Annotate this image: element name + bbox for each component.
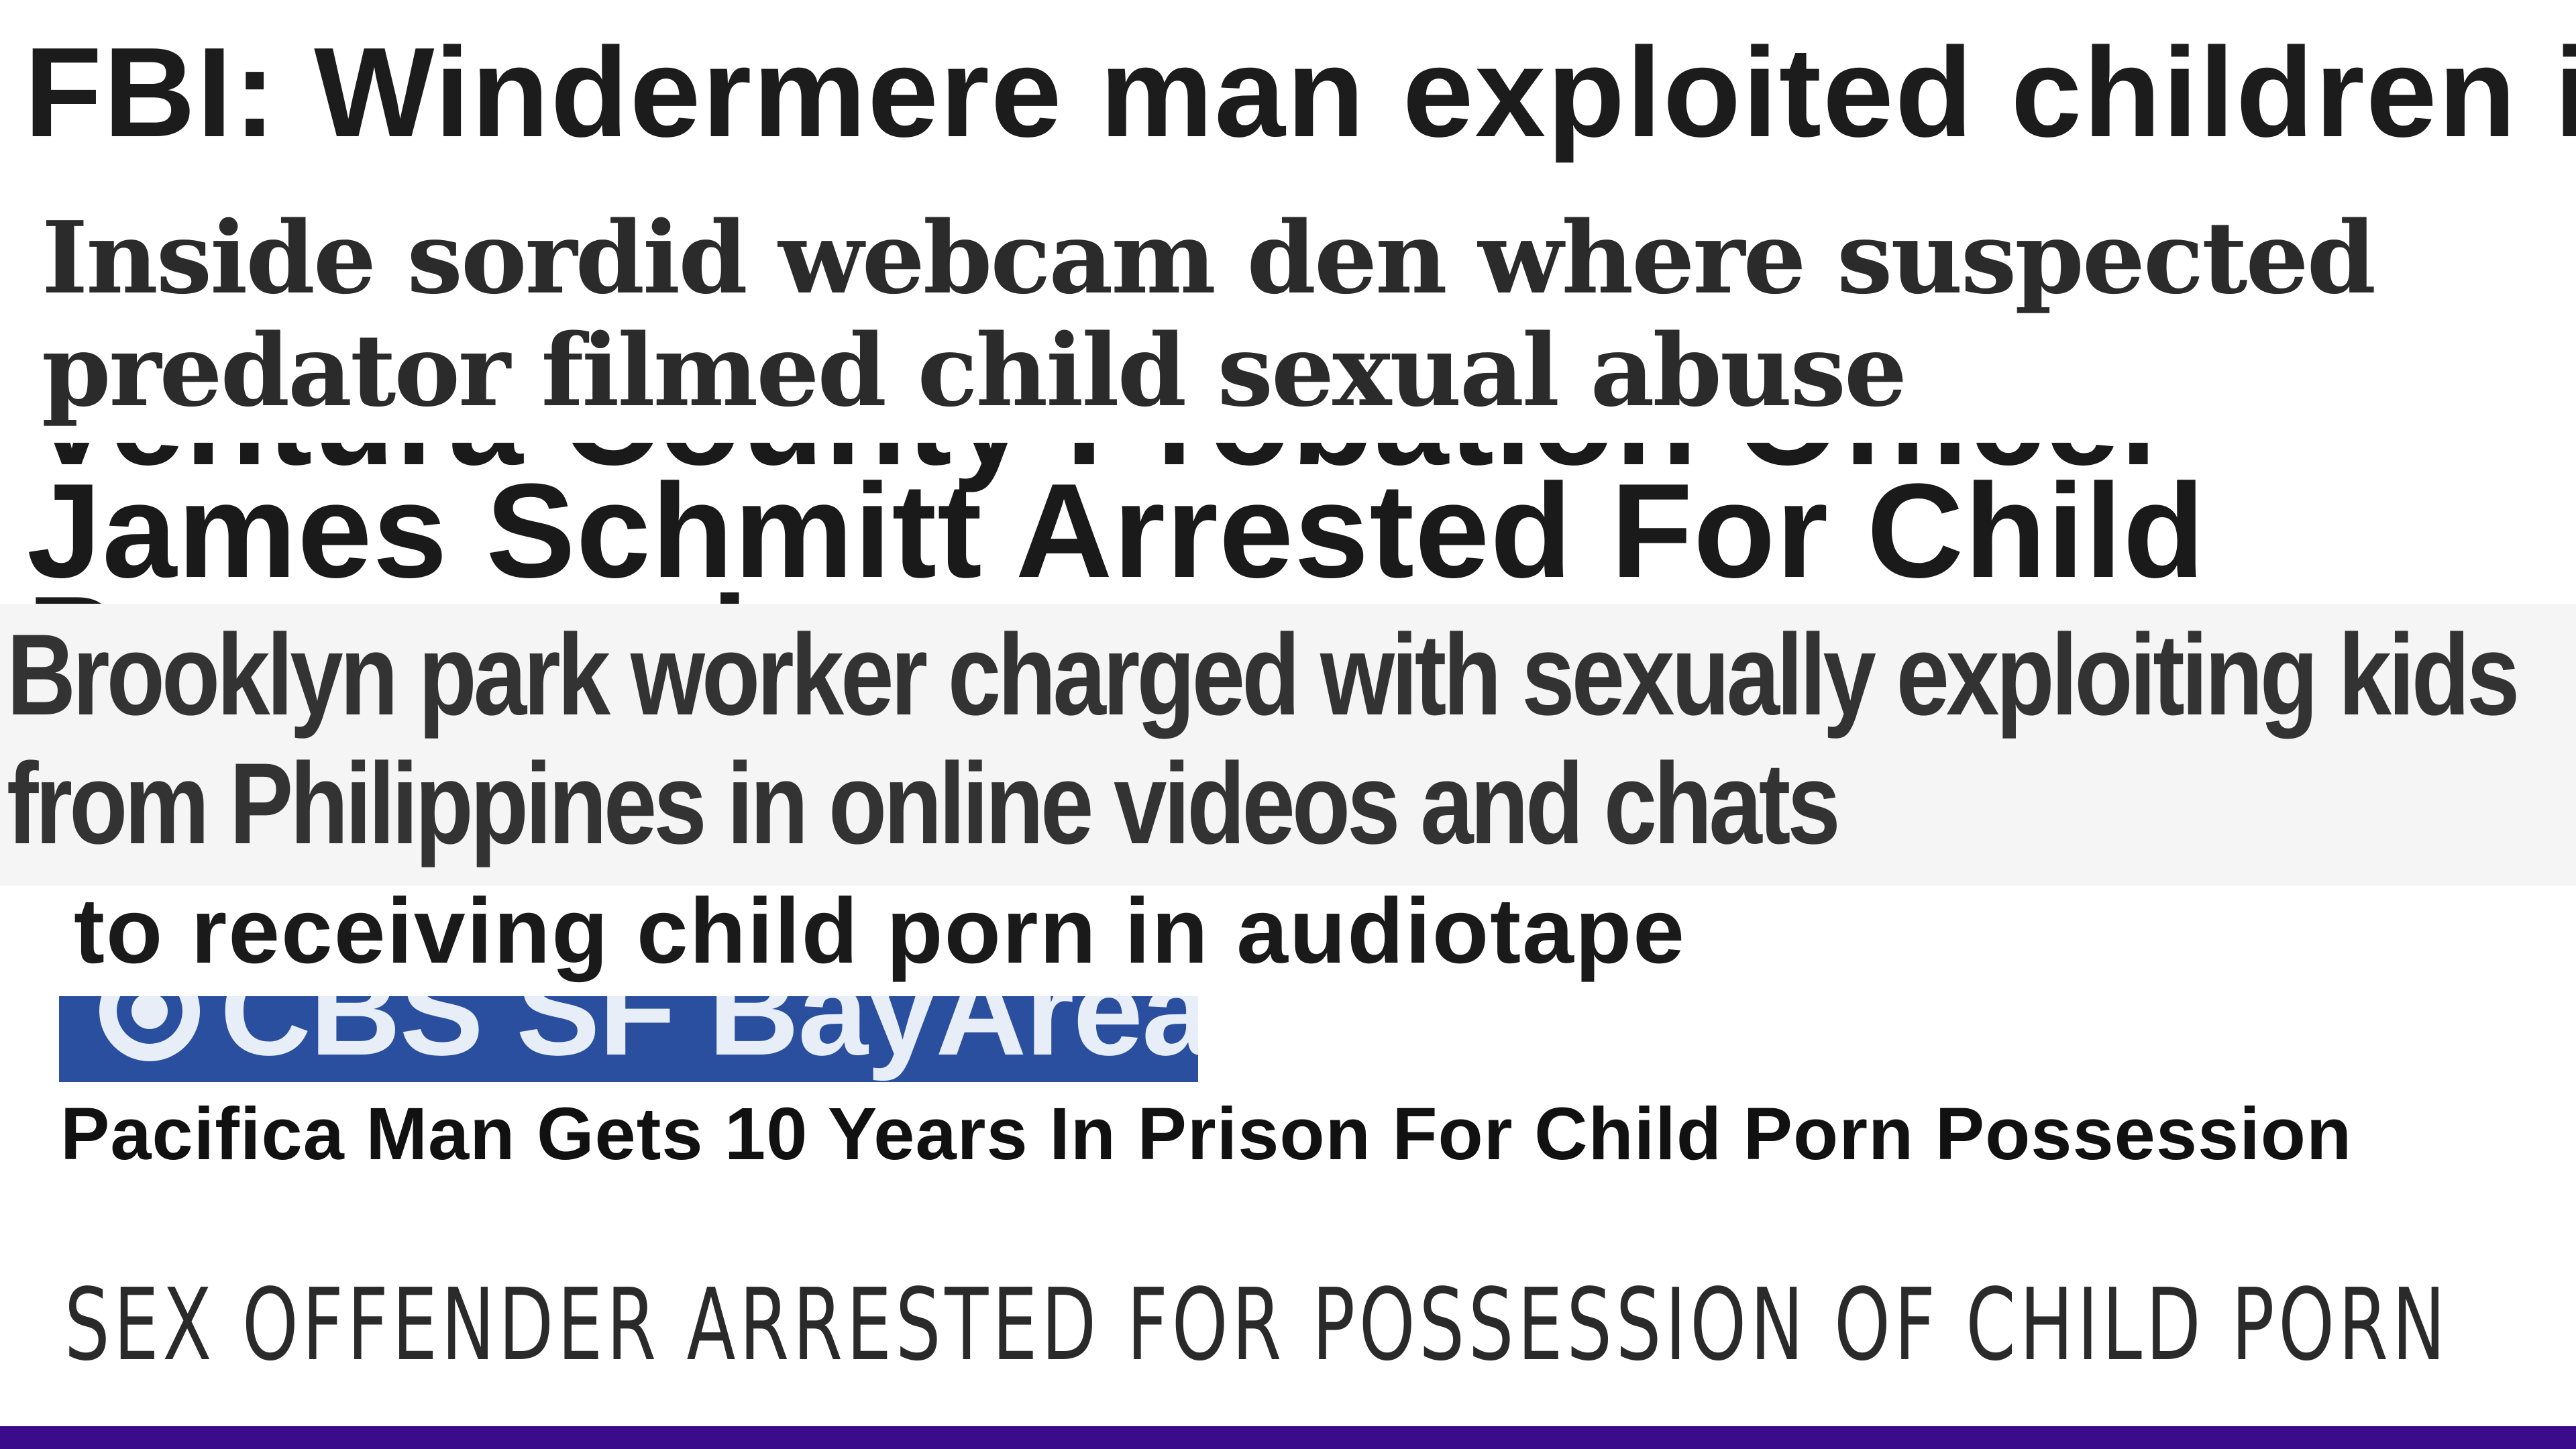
headline-webcam: Inside sordid webcam den where suspected… — [42, 199, 2376, 429]
cbs-sf-bayarea-logo: CBS SF BayArea — [59, 996, 1198, 1082]
bottom-bar — [0, 1426, 2576, 1449]
headline-audiotape: to receiving child porn in audiotape — [74, 885, 1686, 983]
cbs-logo-text: CBS SF BayArea — [220, 996, 1198, 1081]
headline-clip-fbi: FBI: Windermere man exploited children i… — [0, 0, 2576, 195]
headline-brooklyn: Brooklyn park worker charged with sexual… — [7, 610, 2520, 868]
headline-clip-brooklyn: Brooklyn park worker charged with sexual… — [0, 604, 2576, 885]
headline-ventura: Ventura County Probation Officer James S… — [27, 443, 2206, 604]
headline-pacifica: Pacifica Man Gets 10 Years In Prison For… — [60, 1093, 2353, 1175]
cbs-eye-icon — [99, 996, 200, 1061]
cbs-banner-clip: CBS SF BayArea — [0, 996, 2576, 1085]
headline-clip-sex-offender: SEX OFFENDER ARRESTED FOR POSSESSION OF … — [0, 1185, 2576, 1427]
headline-clip-ventura: Ventura County Probation Officer James S… — [0, 443, 2576, 604]
headline-clip-webcam: Inside sordid webcam den where suspected… — [0, 195, 2576, 443]
headline-clip-pacifica: Pacifica Man Gets 10 Years In Prison For… — [0, 1085, 2576, 1185]
headline-clip-audiotape: to receiving child porn in audiotape — [0, 885, 2576, 996]
headline-sex-offender: SEX OFFENDER ARRESTED FOR POSSESSION OF … — [64, 1267, 2450, 1383]
headline-fbi: FBI: Windermere man exploited children i… — [24, 21, 2576, 164]
